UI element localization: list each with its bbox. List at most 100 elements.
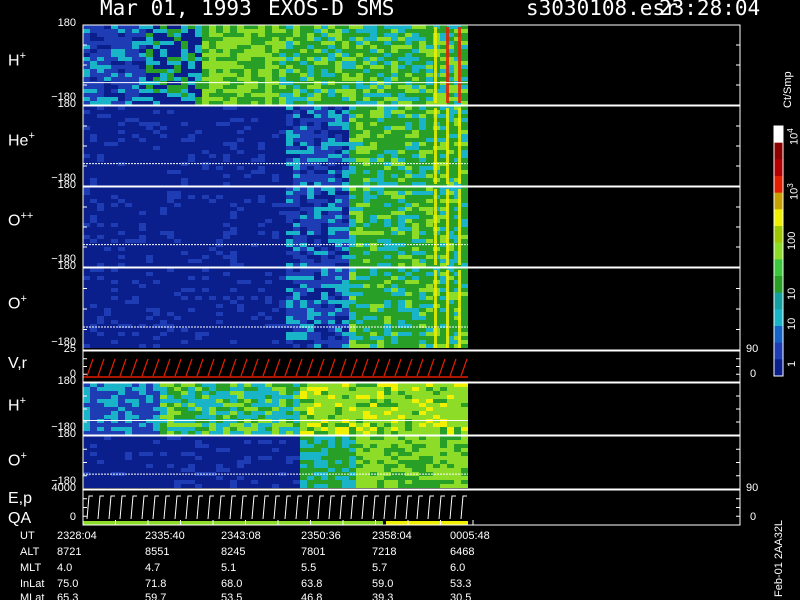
spectrogram-cell bbox=[174, 399, 181, 403]
spectrogram-cell bbox=[237, 65, 244, 69]
spectrogram-cell bbox=[132, 407, 139, 411]
spectrogram-cell bbox=[153, 231, 160, 235]
spectrogram-cell bbox=[146, 110, 153, 114]
spectrogram-cell bbox=[181, 336, 188, 340]
spectrogram-cell bbox=[230, 49, 237, 53]
spectrogram-cell bbox=[377, 328, 384, 332]
spectrogram-cell bbox=[258, 73, 265, 77]
spectrogram-cell bbox=[363, 146, 370, 150]
spectrogram-cell bbox=[398, 247, 405, 251]
spectrogram-cell bbox=[125, 280, 132, 284]
spectrogram-cell bbox=[237, 415, 244, 419]
spectrogram-cell bbox=[349, 114, 356, 118]
spectrogram-cell bbox=[384, 255, 391, 259]
spectrogram-cell bbox=[321, 336, 328, 340]
spectrogram-cell bbox=[209, 344, 216, 348]
spectrogram-cell bbox=[321, 391, 328, 395]
spectrogram-cell bbox=[188, 288, 195, 292]
spectrogram-cell bbox=[279, 187, 286, 191]
spectrogram-cell bbox=[412, 231, 419, 235]
spectrogram-cell bbox=[286, 77, 293, 81]
spectrogram-cell bbox=[251, 150, 258, 154]
spectrogram-cell bbox=[419, 93, 426, 97]
spectrogram-cell bbox=[195, 77, 202, 81]
spectrogram-cell bbox=[237, 276, 244, 280]
spectrogram-cell bbox=[272, 280, 279, 284]
spectrogram-cell bbox=[279, 247, 286, 251]
spectrogram-cell bbox=[412, 239, 419, 243]
spectrogram-cell bbox=[104, 235, 111, 239]
spectrogram-cell bbox=[83, 154, 90, 158]
spectrogram-cell bbox=[426, 53, 433, 57]
spectrogram-cell bbox=[111, 219, 118, 223]
spectrogram-cell bbox=[335, 57, 342, 61]
spectrogram-cell bbox=[195, 399, 202, 403]
spectrogram-cell bbox=[139, 344, 146, 348]
spectrogram-cell bbox=[356, 134, 363, 138]
spectrogram-cell bbox=[111, 344, 118, 348]
spectrogram-cell bbox=[188, 399, 195, 403]
spectrogram-cell bbox=[426, 187, 433, 191]
spectrogram-cell bbox=[342, 89, 349, 93]
spectrogram-cell bbox=[181, 247, 188, 251]
spectrogram-cell bbox=[118, 126, 125, 130]
spectrogram-cell bbox=[153, 336, 160, 340]
spectrogram-cell bbox=[279, 284, 286, 288]
spectrogram-cell bbox=[272, 431, 279, 435]
spectrogram-cell bbox=[188, 268, 195, 272]
spectrogram-cell bbox=[244, 33, 251, 37]
spectrogram-cell bbox=[461, 170, 468, 174]
spectrogram-cell bbox=[314, 316, 321, 320]
spectrogram-cell bbox=[440, 288, 447, 292]
spectrogram-cell bbox=[237, 203, 244, 207]
spectrogram-cell bbox=[398, 134, 405, 138]
spectrogram-cell bbox=[111, 166, 118, 170]
spectrogram-cell bbox=[230, 247, 237, 251]
spectrogram-cell bbox=[237, 387, 244, 391]
spectrogram-cell bbox=[314, 407, 321, 411]
vel-trace-mark bbox=[405, 358, 413, 377]
spectrogram-cell bbox=[244, 53, 251, 57]
spectrogram-cell bbox=[363, 178, 370, 182]
spectrogram-cell bbox=[237, 41, 244, 45]
spectrogram-cell bbox=[300, 187, 307, 191]
spectrogram-cell bbox=[104, 45, 111, 49]
spectrogram-cell bbox=[412, 97, 419, 101]
spectrogram-cell bbox=[153, 41, 160, 45]
spectrogram-cell bbox=[426, 328, 433, 332]
spectrogram-cell bbox=[251, 207, 258, 211]
spectrogram-cell bbox=[321, 53, 328, 57]
spectrogram-cell bbox=[223, 219, 230, 223]
spectrogram-cell bbox=[146, 255, 153, 259]
spectrogram-cell bbox=[111, 272, 118, 276]
spectrogram-cell bbox=[307, 387, 314, 391]
spectrogram-cell bbox=[419, 97, 426, 101]
spectrogram-cell bbox=[377, 174, 384, 178]
spectrogram-cell bbox=[90, 320, 97, 324]
spectrogram-cell bbox=[342, 300, 349, 304]
spectrogram-cell bbox=[167, 235, 174, 239]
spectrogram-cell bbox=[104, 110, 111, 114]
spectrogram-cell bbox=[251, 126, 258, 130]
spectrogram-cell bbox=[461, 25, 468, 29]
spectrogram-cell bbox=[363, 308, 370, 312]
spectrogram-cell bbox=[146, 304, 153, 308]
spectrogram-cell bbox=[125, 122, 132, 126]
spectrogram-cell bbox=[97, 187, 104, 191]
spectrogram-cell bbox=[405, 235, 412, 239]
spectrogram-cell bbox=[349, 69, 356, 73]
spectrogram-cell bbox=[328, 407, 335, 411]
spectrogram-cell bbox=[370, 259, 377, 263]
spectrogram-cell bbox=[286, 138, 293, 142]
spectrogram-cell bbox=[356, 122, 363, 126]
spectrogram-cell bbox=[202, 178, 209, 182]
spectrogram-cell bbox=[419, 231, 426, 235]
spectrogram-cell bbox=[118, 276, 125, 280]
spectrogram-cell bbox=[405, 340, 412, 344]
spectrogram-cell bbox=[237, 227, 244, 231]
spectrogram-cell bbox=[118, 199, 125, 203]
spectrogram-cell bbox=[223, 423, 230, 427]
spectrogram-cell bbox=[132, 219, 139, 223]
spectrogram-cell bbox=[118, 415, 125, 419]
spectrogram-cell bbox=[426, 93, 433, 97]
